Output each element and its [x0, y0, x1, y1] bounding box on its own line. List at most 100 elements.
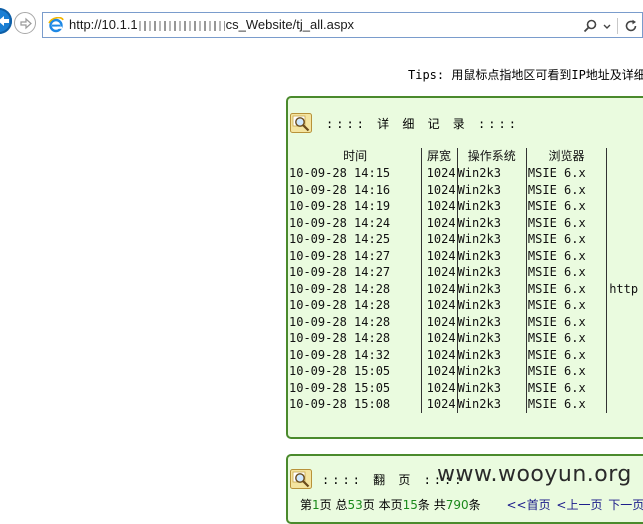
- cell-referrer: [606, 181, 643, 198]
- cell-referrer: [606, 346, 643, 363]
- table-row: 10-09-28 15:05 1024 Win2k3 MSIE 6.x: [289, 363, 643, 380]
- url-prefix: http://10.1.1: [69, 17, 138, 32]
- cell-resolution: 1024: [421, 231, 458, 248]
- pager-text: 页 总: [319, 498, 348, 512]
- cell-os: Win2k3: [456, 363, 527, 380]
- cell-resolution: 1024: [421, 198, 458, 215]
- total-pages-number: 53: [347, 498, 363, 512]
- cell-resolution: 1024: [421, 264, 458, 281]
- watermark: www.wooyun.org: [437, 462, 632, 487]
- cell-time: 10-09-28 15:08: [289, 397, 391, 411]
- cell-browser: MSIE 6.x: [525, 330, 607, 347]
- table-row: 10-09-28 14:28 1024 Win2k3 MSIE 6.x: [289, 297, 643, 314]
- pager-status: 第1页 总53页 本页15条 共790条 <<首页 <上一页 下一页>: [300, 496, 643, 513]
- table-row: 10-09-28 14:27 1024 Win2k3 MSIE 6.x: [289, 264, 643, 281]
- address-bar-divider: [617, 18, 618, 34]
- cell-os: Win2k3: [456, 346, 527, 363]
- cell-referrer: [606, 363, 643, 380]
- cell-resolution: 1024: [421, 379, 458, 396]
- cell-time: 10-09-28 15:05: [289, 380, 391, 395]
- cell-resolution: 1024: [421, 165, 458, 182]
- cell-referrer: [606, 165, 643, 182]
- refresh-icon[interactable]: [624, 19, 638, 33]
- cell-browser: MSIE 6.x: [525, 214, 607, 231]
- cell-time: 10-09-28 14:19: [289, 199, 391, 213]
- cell-resolution: 1024: [421, 330, 458, 347]
- cell-os: Win2k3: [456, 165, 527, 182]
- cell-referrer: [606, 396, 643, 413]
- cell-os: Win2k3: [456, 280, 527, 297]
- cell-browser: MSIE 6.x: [525, 396, 607, 413]
- cell-browser: MSIE 6.x: [525, 165, 607, 182]
- total-records-number: 790: [445, 498, 469, 512]
- cell-os: Win2k3: [456, 297, 527, 314]
- cell-os: Win2k3: [456, 214, 527, 231]
- cell-resolution: 1024: [421, 396, 458, 413]
- cell-browser: MSIE 6.x: [525, 280, 607, 297]
- url-field[interactable]: http://10.1.1 cs_Website/tj_all.aspx: [69, 17, 354, 32]
- redacted-url-segment: [138, 20, 225, 31]
- cell-browser: MSIE 6.x: [525, 313, 607, 330]
- next-page-link[interactable]: 下一页>: [608, 498, 643, 512]
- forward-button[interactable]: [14, 12, 36, 34]
- table-row: 10-09-28 14:24 1024 Win2k3 MSIE 6.x: [289, 214, 643, 231]
- cell-os: Win2k3: [456, 379, 527, 396]
- cell-os: Win2k3: [456, 264, 527, 281]
- cell-browser: MSIE 6.x: [525, 181, 607, 198]
- search-icon[interactable]: [583, 19, 597, 33]
- cell-time: 10-09-28 14:28: [289, 281, 391, 296]
- current-page-number: 1: [312, 498, 320, 512]
- records-body: 10-09-28 14:15 1024 Win2k3 MSIE 6.x 10-09-28…: [289, 165, 643, 413]
- column-header-referrer: [606, 148, 643, 165]
- cell-referrer: [606, 330, 643, 347]
- cell-referrer: [606, 313, 643, 330]
- pager-text: 条 共: [417, 498, 446, 512]
- forward-icon: [20, 17, 32, 30]
- cell-time: 10-09-28 14:32: [289, 347, 391, 362]
- cell-time: 10-09-28 14:28: [289, 298, 391, 312]
- cell-resolution: 1024: [421, 214, 458, 231]
- table-row: 10-09-28 15:08 1024 Win2k3 MSIE 6.x: [289, 396, 643, 413]
- cell-os: Win2k3: [456, 181, 527, 198]
- cell-browser: MSIE 6.x: [525, 379, 607, 396]
- cell-resolution: 1024: [421, 181, 458, 198]
- cell-time: 10-09-28 14:16: [289, 182, 391, 197]
- cell-resolution: 1024: [421, 313, 458, 330]
- dropdown-icon[interactable]: [603, 19, 611, 33]
- cell-referrer: [606, 297, 643, 314]
- per-page-number: 15: [402, 498, 418, 512]
- pager-text: 第: [300, 498, 313, 512]
- cell-resolution: 1024: [421, 346, 458, 363]
- column-header-resolution: 屏宽: [421, 148, 458, 165]
- cell-os: Win2k3: [456, 313, 527, 330]
- cell-referrer: [606, 231, 643, 248]
- table-row: 10-09-28 14:28 1024 Win2k3 MSIE 6.x http: [289, 280, 643, 297]
- cell-resolution: 1024: [421, 363, 458, 380]
- magnifier-icon: [290, 469, 312, 489]
- prev-page-link[interactable]: <上一页: [556, 498, 602, 512]
- cell-time: 10-09-28 14:15: [289, 166, 391, 180]
- table-row: 10-09-28 14:19 1024 Win2k3 MSIE 6.x: [289, 198, 643, 215]
- address-bar-actions: [583, 17, 638, 35]
- cell-referrer: [606, 247, 643, 264]
- back-button[interactable]: [0, 8, 12, 34]
- pager-text: 条: [468, 498, 481, 512]
- cell-resolution: 1024: [421, 280, 458, 297]
- cell-time: 10-09-28 14:28: [289, 331, 391, 345]
- cell-browser: MSIE 6.x: [525, 247, 607, 264]
- cell-os: Win2k3: [456, 198, 527, 215]
- column-header-time: 时间: [343, 149, 368, 164]
- cell-referrer[interactable]: http: [606, 280, 643, 297]
- cell-browser: MSIE 6.x: [525, 264, 607, 281]
- tips-text: Tips: 用鼠标点指地区可看到IP地址及详细: [408, 68, 643, 82]
- address-bar[interactable]: http://10.1.1 cs_Website/tj_all.aspx: [42, 12, 643, 38]
- cell-time: 10-09-28 15:05: [289, 364, 391, 378]
- cell-os: Win2k3: [456, 330, 527, 347]
- ie-logo-icon: [48, 17, 64, 33]
- cell-time: 10-09-28 14:27: [289, 265, 391, 279]
- detail-records-panel: :::: 详 细 记 录 :::: 时间 屏宽 操作系统 浏览器 10-09-2…: [286, 96, 643, 439]
- first-page-link[interactable]: <<首页: [506, 498, 550, 512]
- cell-referrer: [606, 214, 643, 231]
- table-row: 10-09-28 15:05 1024 Win2k3 MSIE 6.x: [289, 379, 643, 396]
- table-row: 10-09-28 14:28 1024 Win2k3 MSIE 6.x: [289, 313, 643, 330]
